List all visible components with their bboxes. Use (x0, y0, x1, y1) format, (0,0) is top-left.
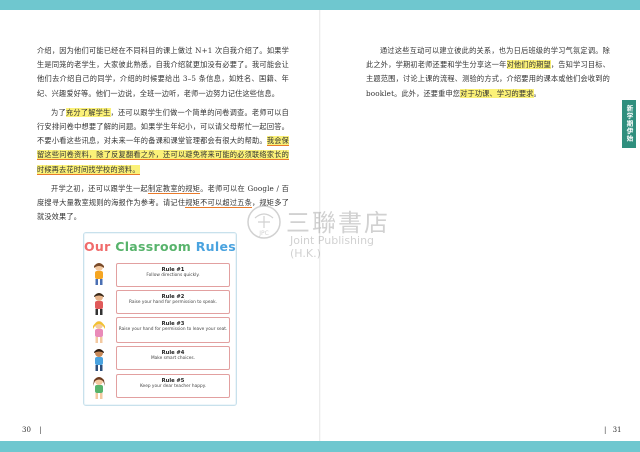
publisher-seal-text: JPC (258, 230, 269, 237)
publisher-name-en: Joint Publishing (H.K.) (290, 234, 375, 260)
child-illustration-icon (94, 293, 104, 315)
page-number-right: | 31 (604, 426, 622, 434)
child-illustration-icon (94, 349, 104, 371)
highlighted-text: 制定教室的规矩 (147, 183, 201, 194)
rule-description: Raise your hand for permission to leave … (118, 327, 228, 332)
highlighted-text: 充分了解学生 (65, 107, 111, 117)
text-run: 介绍，因为他们可能已经在不同科目的课上做过 N+1 次自我介绍了。如果学生是同笼… (37, 46, 289, 98)
rule-card: Rule #4 Make smart choices. (116, 346, 230, 370)
rule-card: Rule #1 Follow directions quickly. (116, 263, 230, 287)
text-run: 开学之初，还可以跟学生一起 (51, 183, 148, 193)
paragraph: 为了充分了解学生，还可以跟学生们做一个简单的问卷调查。老师可以自行安排问卷中想要… (37, 106, 290, 177)
text-run: 为了 (51, 107, 66, 117)
child-illustration-icon (94, 263, 104, 285)
poster-title-word: Classroom (115, 239, 192, 254)
rule-description: Keep your dear teacher happy. (139, 384, 207, 389)
page-number-left: 30 | (22, 426, 42, 434)
poster-title-word: Our (84, 239, 111, 254)
highlighted-text: 对于功课、学习的要求 (460, 88, 534, 98)
highlighted-text: 规矩不可以超过五条 (185, 198, 252, 209)
bottom-color-band (0, 441, 640, 452)
top-color-band (0, 0, 640, 10)
paragraph: 介绍，因为他们可能已经在不同科目的课上做过 N+1 次自我介绍了。如果学生是同笼… (37, 44, 289, 101)
paragraph: 通过这些互动可以建立彼此的关系，也为日后班级的学习气氛定调。除此之外，学期初老师… (366, 44, 610, 101)
rule-description: Make smart choices. (150, 356, 196, 361)
child-illustration-icon (93, 321, 105, 343)
chapter-side-tab[interactable]: 新学期伊始 (622, 100, 636, 148)
poster-title-word: Rules (195, 239, 236, 254)
publisher-name-zh: 三聯書店 (286, 209, 390, 237)
publisher-watermark: JPC 三聯書店 Joint Publishing (H.K.) (246, 200, 406, 260)
rule-card: Rule #2 Raise your hand for permission t… (116, 290, 230, 314)
rule-description: Raise your hand for permission to speak. (128, 300, 218, 305)
text-run: 。 (533, 88, 541, 98)
highlighted-text: 对他们的期望 (506, 60, 551, 70)
rule-card: Rule #3 Raise your hand for permission t… (116, 317, 230, 343)
publisher-seal-icon: JPC (247, 205, 281, 239)
right-page-body: 通过这些互动可以建立彼此的关系，也为日后班级的学习气氛定调。除此之外，学期初老师… (366, 44, 610, 106)
rule-card: Rule #5 Keep your dear teacher happy. (116, 374, 230, 398)
child-illustration-icon (93, 377, 105, 399)
classroom-rules-poster: Our Classroom Rules Rule #1 Follow direc… (83, 232, 237, 406)
poster-title: Our Classroom Rules (84, 239, 236, 254)
rule-description: Follow directions quickly. (146, 273, 200, 278)
